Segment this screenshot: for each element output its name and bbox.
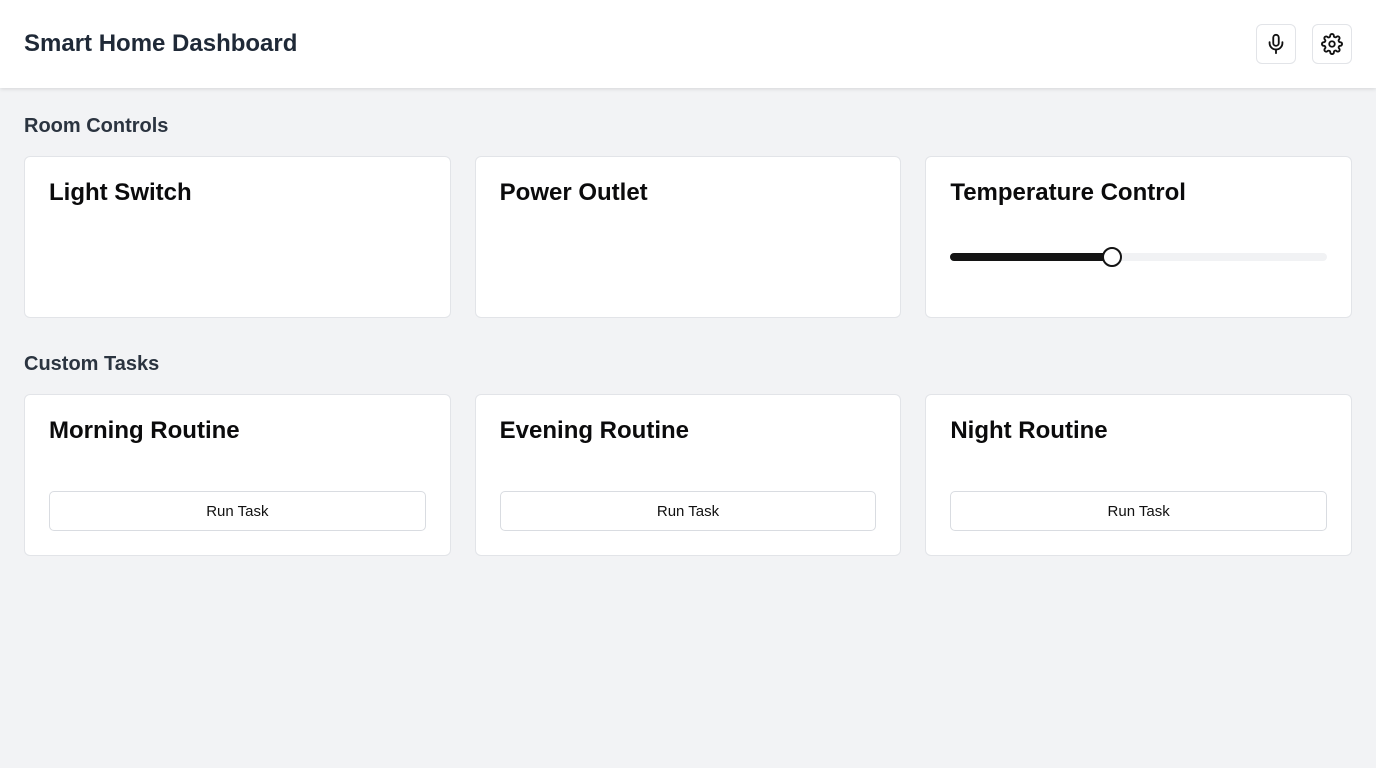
run-task-button[interactable]: Run Task xyxy=(950,491,1327,531)
header-actions xyxy=(1256,24,1352,64)
settings-button[interactable] xyxy=(1312,24,1352,64)
card-title: Temperature Control xyxy=(950,179,1186,206)
night-routine-card: Night Routine Run Task xyxy=(925,394,1352,556)
microphone-icon xyxy=(1268,33,1284,55)
run-task-button[interactable]: Run Task xyxy=(49,491,426,531)
slider-fill xyxy=(950,253,1113,261)
gear-icon xyxy=(1321,33,1343,55)
card-title: Evening Routine xyxy=(499,417,689,444)
evening-routine-card: Evening Routine Run Task xyxy=(474,394,902,556)
card-title: Light Switch xyxy=(49,179,192,206)
dashboard-main: Room Controls Light Switch Power Outlet … xyxy=(0,88,1376,556)
light-switch-card: Light Switch xyxy=(24,156,451,318)
run-task-button[interactable]: Run Task xyxy=(499,491,877,531)
custom-tasks-grid: Morning Routine Run Task Evening Routine… xyxy=(24,394,1352,556)
power-outlet-card: Power Outlet xyxy=(474,156,902,318)
custom-tasks-heading: Custom Tasks xyxy=(24,353,160,375)
card-title: Morning Routine xyxy=(49,417,240,444)
app-header: Smart Home Dashboard xyxy=(0,0,1376,88)
card-title: Power Outlet xyxy=(499,179,648,206)
slider-thumb[interactable] xyxy=(1102,247,1123,267)
room-controls-heading: Room Controls xyxy=(24,115,169,137)
morning-routine-card: Morning Routine Run Task xyxy=(24,394,451,556)
microphone-button[interactable] xyxy=(1256,24,1296,64)
card-title: Night Routine xyxy=(950,417,1108,444)
temperature-slider[interactable] xyxy=(950,247,1327,267)
room-controls-grid: Light Switch Power Outlet Temperature Co… xyxy=(24,156,1352,318)
temperature-control-card: Temperature Control xyxy=(925,156,1352,318)
page-title: Smart Home Dashboard xyxy=(24,30,298,57)
